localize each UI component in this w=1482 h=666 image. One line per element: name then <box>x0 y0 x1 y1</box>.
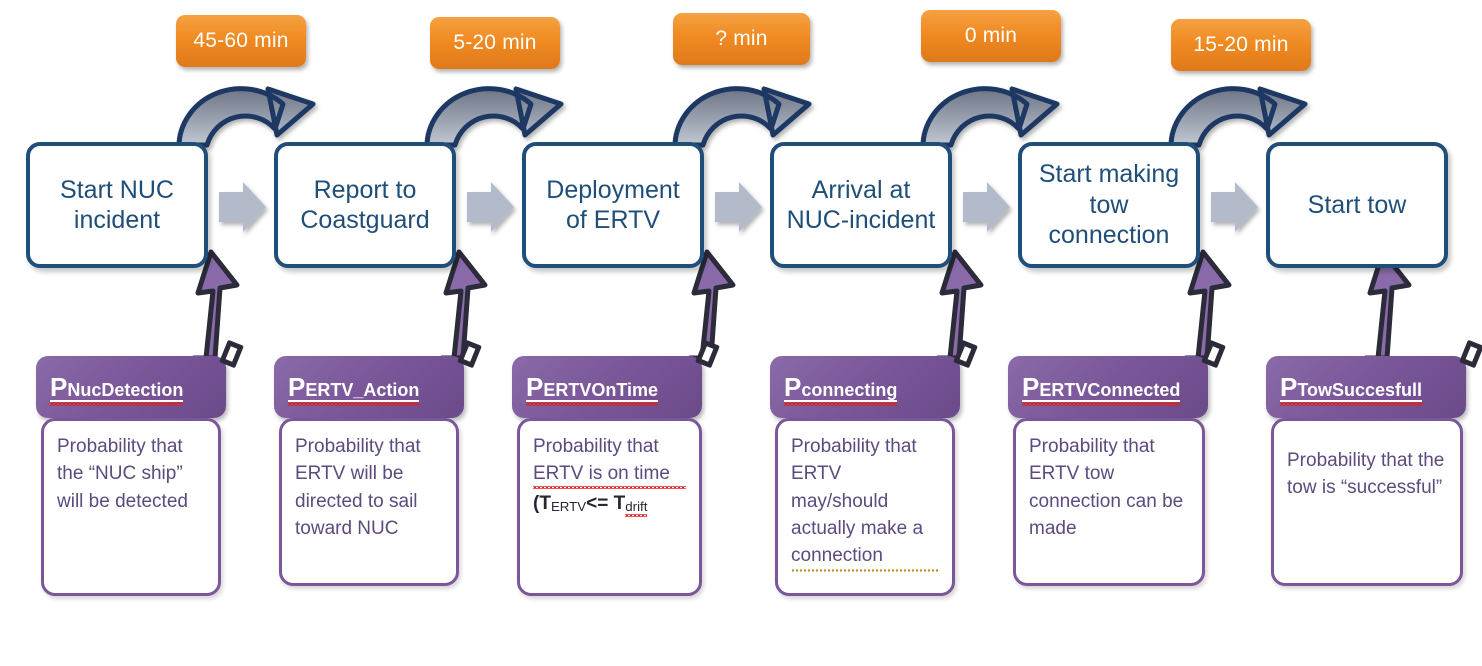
process-box-label: Deployment of ERTV <box>546 175 680 235</box>
probability-symbol: P <box>526 371 544 402</box>
probability-symbol-label: PERTVConnected <box>1022 371 1181 406</box>
probability-symbol-label: PNucDetection <box>50 371 184 406</box>
process-box-deployment-of-ertv[interactable]: Deployment of ERTV <box>522 142 704 268</box>
probability-subscript: connecting <box>801 379 898 400</box>
corner-notch-icon <box>219 339 244 369</box>
process-box-label: Start making tow connection <box>1038 160 1180 250</box>
time-badge-5: 15-20 min <box>1171 19 1311 71</box>
formula-operator: <= <box>586 492 614 514</box>
formula-prefix: (T <box>533 492 551 514</box>
process-box-label: Arrival at NUC-incident <box>786 175 936 235</box>
chevron-icon-2 <box>467 182 514 232</box>
probability-symbol: P <box>1022 371 1040 402</box>
probability-description-text: Probability that the “NUC ship” will be … <box>57 436 188 512</box>
probability-header-nuc-detection[interactable]: PNucDetection <box>36 339 244 418</box>
probability-description-connecting: Probability that ERTV may/should actuall… <box>775 418 955 596</box>
probability-description-ertv-action: Probability that ERTV will be directed t… <box>279 418 459 586</box>
probability-header-tow-successful[interactable]: PTowSuccesfull <box>1266 339 1482 418</box>
corner-notch-icon <box>695 339 720 369</box>
process-box-start-tow[interactable]: Start tow <box>1266 142 1448 268</box>
chevron-icon-1 <box>219 182 266 232</box>
time-badge-1: 45-60 min <box>176 15 306 67</box>
probability-description-text: Probability that ERTV will be directed t… <box>295 436 421 540</box>
probability-header-connecting[interactable]: Pconnecting <box>770 339 978 418</box>
probability-symbol-label: PERTV_Action <box>288 371 420 406</box>
formula-sub-drift: drift <box>625 497 648 518</box>
time-badge-2: 5-20 min <box>430 17 560 69</box>
process-box-report-to-coastguard[interactable]: Report to Coastguard <box>274 142 456 268</box>
probability-symbol-label: PTowSuccesfull <box>1280 371 1423 406</box>
corner-notch-icon <box>953 339 978 369</box>
purple-arrow-4 <box>935 249 984 361</box>
time-badge-label: 5-20 min <box>453 31 537 54</box>
process-box-start-nuc-incident[interactable]: Start NUC incident <box>26 142 208 268</box>
connector-layer <box>176 86 1412 361</box>
chevron-icon-4 <box>963 182 1010 232</box>
probability-symbol: P <box>784 371 802 402</box>
arc-arrow-1 <box>176 86 316 148</box>
probability-header-ertv-on-time[interactable]: PERTVOnTime <box>512 339 720 418</box>
formula-t-drift: T <box>613 492 626 514</box>
arc-arrow-group <box>176 86 1308 148</box>
time-badge-3: ? min <box>673 13 810 65</box>
time-badge-label: 0 min <box>964 24 1018 47</box>
probability-description-text: Probability that ERTV is on time <box>533 433 686 489</box>
probability-header-ertv-action[interactable]: PERTV_Action <box>274 339 482 418</box>
corner-notch-icon <box>1201 339 1226 369</box>
probability-subscript: ERTVOnTime <box>543 379 659 400</box>
arc-arrow-4 <box>920 86 1060 148</box>
time-badge-label: 15-20 min <box>1193 33 1289 56</box>
arc-arrow-2 <box>424 86 564 148</box>
probability-description-nuc-detection: Probability that the “NUC ship” will be … <box>41 418 221 596</box>
probability-description-text: Probability that ERTV may/should actuall… <box>791 433 939 572</box>
chevron-icon-3 <box>715 182 762 232</box>
purple-arrow-5 <box>1183 249 1232 361</box>
probability-subscript: TowSuccesfull <box>1297 379 1423 400</box>
probability-formula: (TERTV<= Tdrift <box>533 490 686 518</box>
chevron-icon-5 <box>1211 182 1258 232</box>
probability-description-tow-successful: Probability that the tow is “successful” <box>1271 418 1463 586</box>
probability-description-ertv-on-time: Probability that ERTV is on time (TERTV<… <box>517 418 702 596</box>
time-badge-label: ? min <box>715 27 768 50</box>
formula-sub-ertv: ERTV <box>550 498 587 514</box>
corner-notch-icon <box>457 339 482 369</box>
probability-description-ertv-connected: Probability that ERTV tow connection can… <box>1013 418 1205 586</box>
probability-subscript: NucDetection <box>67 379 184 400</box>
corner-notch-icon <box>1459 339 1482 369</box>
diagram-canvas: 45-60 min 5-20 min ? min 0 min 15-20 min… <box>0 0 1482 666</box>
probability-symbol-label: Pconnecting <box>784 371 898 406</box>
probability-description-text: Probability that the tow is “successful” <box>1287 450 1445 499</box>
probability-symbol-label: PERTVOnTime <box>526 371 659 406</box>
arc-arrow-3 <box>672 86 812 148</box>
probability-description-text: Probability that ERTV tow connection can… <box>1029 436 1184 540</box>
probability-header-ertv-connected[interactable]: PERTVConnected <box>1008 339 1226 418</box>
probability-symbol: P <box>50 371 68 402</box>
probability-subscript: ERTVConnected <box>1039 379 1181 400</box>
process-box-label: Start NUC incident <box>60 175 174 235</box>
time-badge-label: 45-60 min <box>193 29 289 52</box>
process-box-start-making-tow-connection[interactable]: Start making tow connection <box>1018 142 1200 268</box>
probability-subscript: ERTV_Action <box>305 379 420 400</box>
time-badge-4: 0 min <box>921 10 1061 62</box>
purple-arrow-2 <box>439 249 488 361</box>
probability-symbol: P <box>288 371 306 402</box>
arc-arrow-5 <box>1168 86 1308 148</box>
probability-symbol: P <box>1280 371 1298 402</box>
process-box-label: Report to Coastguard <box>300 175 430 235</box>
process-box-arrival-at-nuc-incident[interactable]: Arrival at NUC-incident <box>770 142 952 268</box>
process-box-label: Start tow <box>1307 190 1407 219</box>
